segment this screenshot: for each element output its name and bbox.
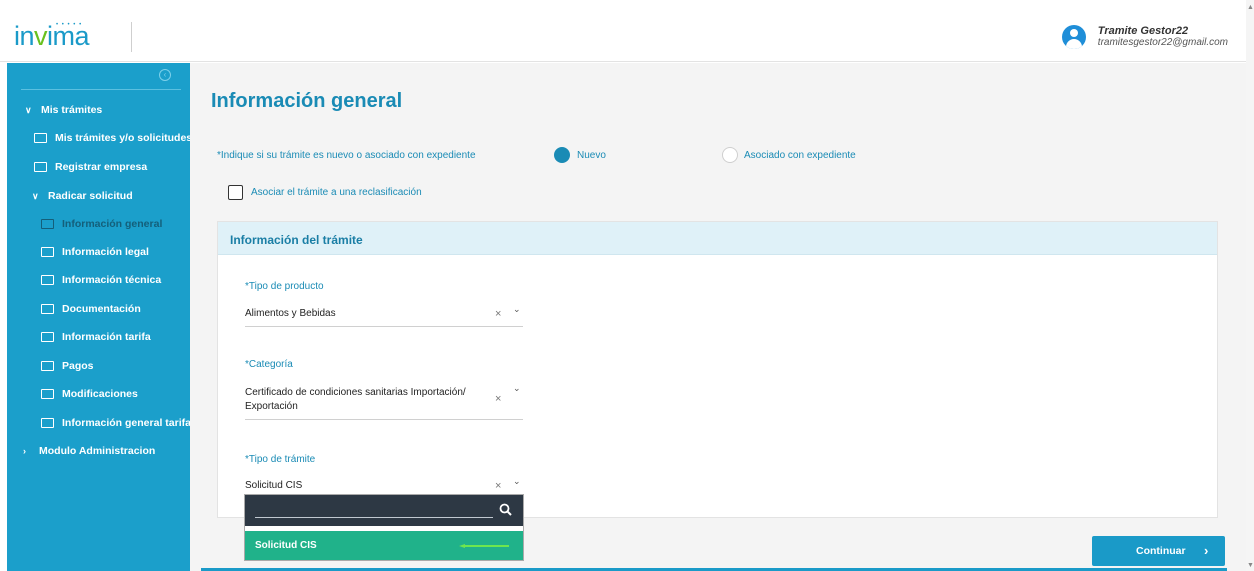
top-header: invima • • • • • Tramite Gestor22 tramit… bbox=[0, 0, 1254, 62]
category-label: *Categoría bbox=[245, 359, 293, 370]
sidebar-item-label: Información legal bbox=[62, 246, 149, 258]
search-icon[interactable] bbox=[499, 503, 512, 516]
sidebar-item-informacion-tarifa[interactable]: Información tarifa bbox=[41, 331, 151, 343]
chevron-down-icon: ∨ bbox=[25, 104, 32, 115]
chevron-down-icon: ∨ bbox=[32, 190, 39, 201]
sidebar-item-mis-tramites[interactable]: ∨ Mis trámites bbox=[25, 104, 102, 116]
procedure-type-dropdown: Solicitud CIS bbox=[244, 494, 524, 561]
dropdown-option-label: Solicitud CIS bbox=[255, 540, 317, 551]
user-menu[interactable]: Tramite Gestor22 tramitesgestor22@gmail.… bbox=[1061, 25, 1228, 49]
sidebar-item-label: Documentación bbox=[62, 303, 141, 315]
sidebar-item-radicar-solicitud[interactable]: ∨ Radicar solicitud bbox=[32, 190, 133, 202]
folder-icon bbox=[34, 162, 47, 172]
sidebar-item-label: Modulo Administracion bbox=[39, 445, 156, 457]
clear-icon[interactable]: × bbox=[495, 308, 501, 320]
sidebar-item-label: Pagos bbox=[62, 360, 94, 372]
folder-icon bbox=[34, 133, 47, 143]
user-name: Tramite Gestor22 bbox=[1097, 25, 1189, 37]
folder-icon bbox=[41, 332, 54, 342]
sidebar-item-label: Mis trámites y/o solicitudes bbox=[55, 132, 193, 144]
continue-button-label: Continuar bbox=[1136, 545, 1186, 557]
product-type-label: *Tipo de producto bbox=[245, 281, 324, 292]
folder-icon bbox=[41, 219, 54, 229]
scroll-down-icon[interactable]: ▼ bbox=[1247, 562, 1254, 569]
sidebar-item-registrar-empresa[interactable]: Registrar empresa bbox=[34, 161, 147, 173]
sidebar-item-label: Información general tarifa bbox=[62, 417, 191, 429]
sidebar-item-label: Radicar solicitud bbox=[48, 190, 133, 202]
sidebar-item-label: Información general bbox=[62, 218, 163, 230]
folder-icon bbox=[41, 304, 54, 314]
category-value-line1: Certificado de condiciones sanitarias Im… bbox=[245, 387, 466, 398]
chevron-right-icon: › bbox=[1204, 543, 1209, 558]
radio-asociado[interactable] bbox=[722, 147, 738, 163]
folder-icon bbox=[41, 275, 54, 285]
sidebar-item-label: Modificaciones bbox=[62, 388, 138, 400]
sidebar-item-mis-tramites-solicitudes[interactable]: Mis trámites y/o solicitudes bbox=[34, 132, 192, 144]
scroll-up-icon[interactable]: ▲ bbox=[1247, 4, 1254, 11]
user-avatar-icon[interactable] bbox=[1061, 25, 1086, 49]
dropdown-option-solicitud-cis[interactable]: Solicitud CIS bbox=[245, 531, 523, 560]
arrow-left-icon bbox=[459, 544, 509, 548]
field-underline bbox=[245, 326, 523, 327]
reclassification-checkbox-label[interactable]: Asociar el trámite a una reclasificación bbox=[251, 187, 422, 198]
logo-dots: • • • • • bbox=[56, 22, 83, 28]
clear-icon[interactable]: × bbox=[495, 480, 501, 492]
sidebar-item-modificaciones[interactable]: Modificaciones bbox=[41, 388, 138, 400]
sidebar-item-documentacion[interactable]: Documentación bbox=[41, 303, 141, 315]
chevron-down-icon[interactable]: ⌄ bbox=[513, 304, 521, 315]
sidebar-item-label: Mis trámites bbox=[41, 104, 103, 116]
sidebar: ‹ ∨ Mis trámites Mis trámites y/o solici… bbox=[7, 63, 192, 571]
sidebar-item-informacion-legal[interactable]: Información legal bbox=[41, 246, 149, 258]
procedure-type-question: *Indique si su trámite es nuevo o asocia… bbox=[217, 150, 476, 161]
page-title: Información general bbox=[211, 90, 403, 112]
sidebar-item-label: Información tarifa bbox=[62, 331, 151, 343]
radio-asociado-label[interactable]: Asociado con expediente bbox=[744, 150, 856, 161]
invima-logo[interactable]: invima • • • • • bbox=[14, 22, 132, 52]
sidebar-item-informacion-general-tarifa[interactable]: Información general tarifa bbox=[41, 417, 191, 429]
radio-nuevo[interactable] bbox=[554, 147, 570, 163]
chevron-down-icon[interactable]: ⌄ bbox=[513, 383, 521, 394]
procedure-info-card: Información del trámite *Tipo de product… bbox=[217, 221, 1218, 518]
sidebar-item-informacion-tecnica[interactable]: Información técnica bbox=[41, 274, 161, 286]
sidebar-item-label: Registrar empresa bbox=[55, 161, 148, 173]
sidebar-item-label: Información técnica bbox=[62, 274, 162, 286]
product-type-select[interactable]: Alimentos y Bebidas bbox=[245, 307, 336, 321]
sidebar-item-informacion-general[interactable]: Información general bbox=[41, 218, 162, 230]
card-header: Información del trámite bbox=[218, 222, 1217, 255]
logo-divider bbox=[131, 22, 132, 52]
folder-icon bbox=[41, 418, 54, 428]
folder-icon bbox=[41, 389, 54, 399]
clear-icon[interactable]: × bbox=[495, 393, 501, 405]
procedure-type-select[interactable]: Solicitud CIS bbox=[245, 479, 302, 493]
reclassification-checkbox[interactable] bbox=[228, 185, 243, 200]
procedure-type-label: *Tipo de trámite bbox=[245, 454, 316, 465]
page-scrollbar[interactable]: ▲ ▼ bbox=[1246, 0, 1254, 571]
sidebar-divider bbox=[21, 89, 181, 90]
sidebar-item-modulo-administracion[interactable]: › Modulo Administracion bbox=[23, 445, 155, 457]
user-info: Tramite Gestor22 tramitesgestor22@gmail.… bbox=[1098, 25, 1228, 49]
category-value-line2: Exportación bbox=[245, 401, 298, 412]
field-underline bbox=[245, 419, 523, 420]
user-email: tramitesgestor22@gmail.com bbox=[1097, 37, 1228, 48]
card-title: Información del trámite bbox=[230, 233, 363, 247]
sidebar-item-pagos[interactable]: Pagos bbox=[41, 360, 94, 372]
radio-nuevo-label[interactable]: Nuevo bbox=[577, 150, 606, 161]
category-select[interactable]: Certificado de condiciones sanitarias Im… bbox=[245, 386, 466, 414]
search-underline bbox=[255, 517, 493, 518]
folder-icon bbox=[41, 361, 54, 371]
folder-icon bbox=[41, 247, 54, 257]
chevron-right-icon: › bbox=[23, 446, 26, 456]
dropdown-search-input[interactable] bbox=[255, 500, 493, 517]
chevron-down-icon[interactable]: ⌄ bbox=[513, 476, 521, 487]
dropdown-search bbox=[245, 495, 523, 526]
continue-button[interactable]: Continuar › bbox=[1092, 536, 1225, 566]
collapse-circle-icon[interactable]: ‹ bbox=[159, 69, 171, 81]
